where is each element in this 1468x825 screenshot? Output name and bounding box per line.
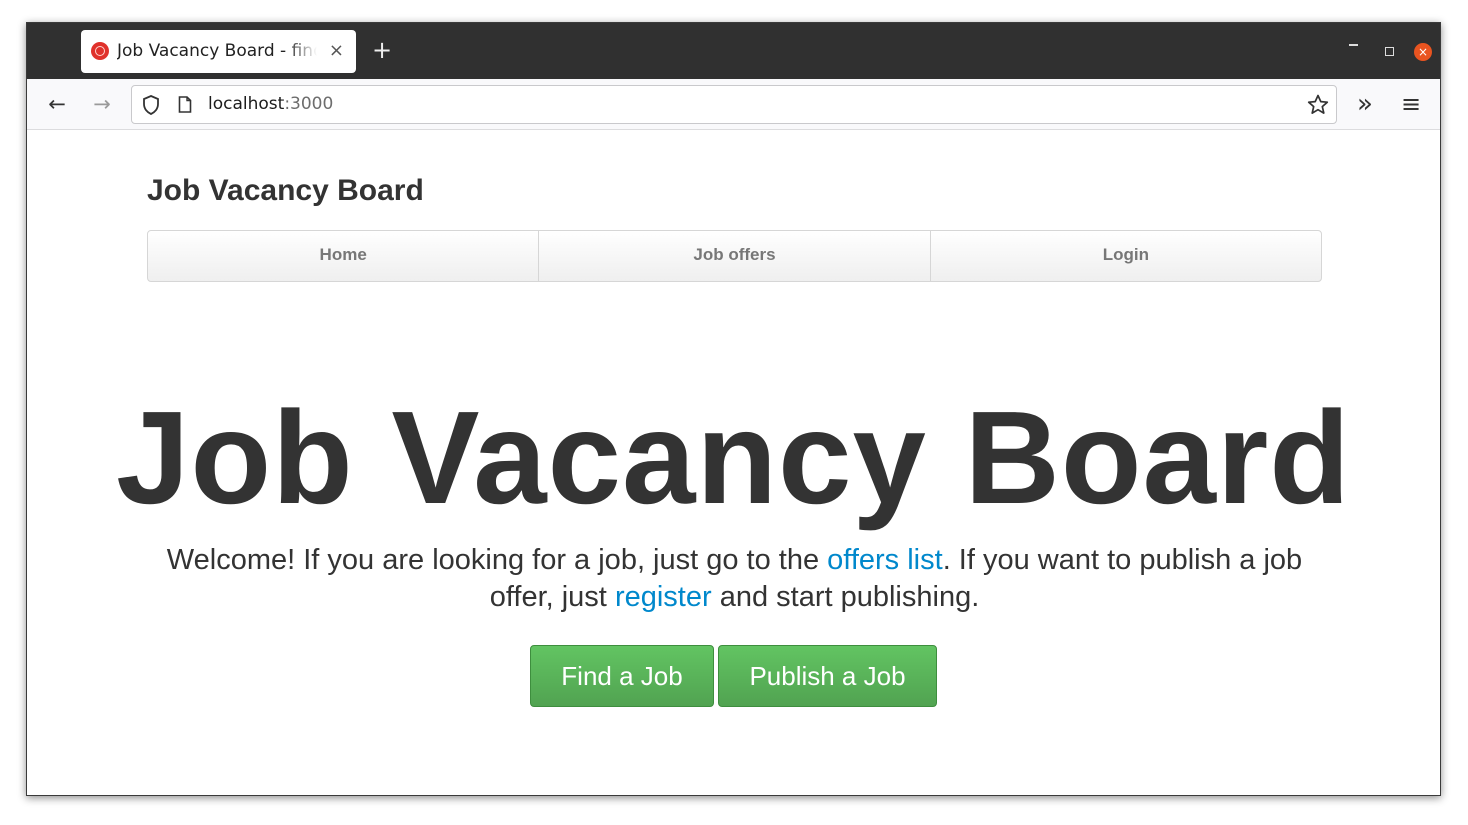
site-favicon-icon [91, 42, 109, 60]
site-brand[interactable]: Job Vacancy Board [147, 174, 424, 208]
close-window-icon[interactable]: × [1414, 43, 1432, 61]
forward-arrow-icon[interactable]: → [88, 90, 116, 118]
lead-text-1: Welcome! If you are looking for a job, j… [166, 544, 828, 576]
nav-job-offers[interactable]: Job offers [539, 231, 931, 281]
url-host: localhost [208, 94, 285, 114]
shield-icon[interactable] [142, 95, 160, 115]
nav-login[interactable]: Login [931, 231, 1321, 281]
nav-home[interactable]: Home [148, 231, 540, 281]
url-text[interactable]: localhost:3000 [208, 94, 333, 114]
browser-tab[interactable]: Job Vacancy Board - find a job × [81, 30, 356, 73]
overflow-chevron-icon[interactable]: » [1351, 90, 1379, 118]
page-content: Job Vacancy Board Home Job offers Login … [27, 130, 1440, 795]
find-job-button[interactable]: Find a Job [530, 645, 714, 707]
site-navigation: Home Job offers Login [147, 230, 1322, 282]
maximize-window-icon[interactable] [1385, 47, 1394, 56]
back-arrow-icon[interactable]: ← [43, 90, 71, 118]
address-bar[interactable]: localhost:3000 [131, 85, 1337, 124]
title-bar: Job Vacancy Board - find a job × + × [27, 23, 1440, 79]
offers-list-link[interactable]: offers list [827, 544, 943, 576]
hero-title: Job Vacancy Board [116, 384, 1351, 531]
new-tab-button[interactable]: + [372, 36, 392, 64]
url-port: :3000 [284, 94, 334, 114]
page-icon [178, 96, 192, 113]
lead-text-3: and start publishing. [711, 581, 980, 613]
hamburger-menu-icon[interactable]: ≡ [1397, 90, 1425, 118]
hero-lead: Welcome! If you are looking for a job, j… [147, 542, 1322, 616]
publish-job-button[interactable]: Publish a Job [718, 645, 937, 707]
browser-window: Job Vacancy Board - find a job × + × ← →… [26, 22, 1441, 796]
tab-title: Job Vacancy Board - find a job [117, 41, 317, 61]
navigation-toolbar: ← → localhost:3000 » ≡ [27, 79, 1440, 130]
register-link[interactable]: register [615, 581, 712, 613]
minimize-window-icon[interactable] [1349, 44, 1358, 46]
hero-buttons: Find a Job Publish a Job [27, 645, 1440, 707]
bookmark-star-icon[interactable] [1306, 93, 1330, 117]
tab-close-icon[interactable]: × [329, 40, 344, 61]
